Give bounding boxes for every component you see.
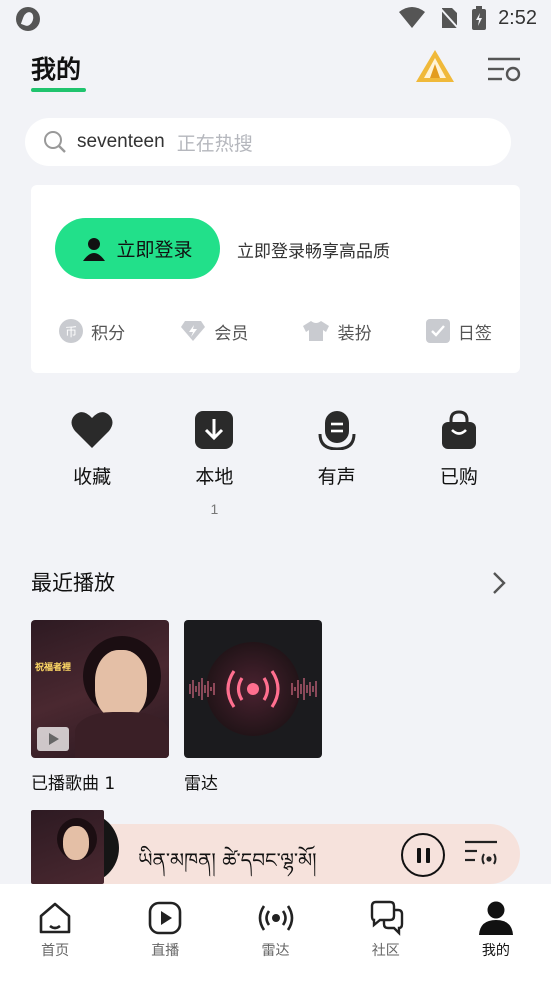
favorites-action[interactable]: 收藏 bbox=[31, 410, 153, 525]
now-playing-cover[interactable] bbox=[31, 810, 121, 884]
purchased-label: 已购 bbox=[439, 466, 478, 488]
nav-profile[interactable]: 我的 bbox=[441, 884, 551, 981]
radar-icon bbox=[258, 905, 293, 931]
nav-home[interactable]: 首页 bbox=[0, 884, 110, 981]
no-sim-icon bbox=[439, 7, 459, 29]
favorites-label: 收藏 bbox=[73, 466, 112, 488]
status-bar: 2:52 bbox=[0, 0, 551, 38]
community-icon bbox=[370, 900, 403, 936]
cover-art bbox=[31, 810, 104, 884]
album-art-face bbox=[95, 650, 147, 718]
recent-section-title: 最近播放 bbox=[31, 571, 115, 595]
audiobook-label: 有声 bbox=[317, 466, 356, 488]
recent-radar-tile[interactable] bbox=[184, 620, 322, 758]
battery-icon bbox=[472, 6, 487, 30]
nav-community[interactable]: 社区 bbox=[331, 884, 441, 981]
points-shortcut[interactable]: 币 积分 bbox=[31, 313, 153, 349]
album-art-lettering: 祝福者裡 bbox=[35, 663, 72, 673]
nav-live-label: 直播 bbox=[151, 943, 180, 959]
recent-played-songs-tile[interactable]: 祝福者裡 bbox=[31, 620, 169, 758]
live-icon bbox=[148, 901, 182, 935]
nav-live[interactable]: 直播 bbox=[110, 884, 220, 981]
wifi-icon bbox=[399, 7, 426, 28]
login-button-label: 立即登录 bbox=[116, 239, 193, 261]
page-header: 我的 bbox=[0, 38, 551, 100]
shirt-icon bbox=[302, 321, 329, 341]
search-bar[interactable]: seventeen 正在热搜 bbox=[25, 118, 511, 166]
user-icon bbox=[83, 237, 106, 261]
play-video-icon bbox=[37, 727, 69, 751]
chevron-right-icon[interactable] bbox=[488, 570, 510, 596]
home-icon bbox=[39, 902, 71, 934]
login-button[interactable]: 立即登录 bbox=[55, 218, 220, 279]
nav-radar[interactable]: 雷达 bbox=[220, 884, 330, 981]
recent-radar-label[interactable]: 雷达 bbox=[184, 769, 218, 794]
checkin-label: 日签 bbox=[457, 323, 492, 344]
dressup-label: 装扮 bbox=[337, 323, 372, 344]
playlist-queue-icon[interactable] bbox=[463, 838, 499, 870]
download-icon bbox=[195, 411, 234, 449]
settings-icon[interactable] bbox=[486, 54, 522, 84]
bottom-navigation: 首页 直播 雷达 社区 我的 bbox=[0, 884, 551, 981]
cover-art-face bbox=[63, 826, 89, 860]
recent-played-songs-label[interactable]: 已播歌曲 1 bbox=[31, 769, 115, 794]
audiobook-icon bbox=[318, 411, 356, 450]
search-query: seventeen bbox=[77, 131, 165, 152]
login-card: 立即登录 立即登录畅享高品质 币 积分 会员 装扮 日签 bbox=[31, 185, 520, 373]
account-shortcuts: 币 积分 会员 装扮 日签 bbox=[31, 313, 520, 349]
login-hint: 立即登录畅享高品质 bbox=[237, 242, 390, 262]
vip-tent-icon[interactable] bbox=[415, 48, 455, 84]
search-icon bbox=[44, 131, 66, 153]
checkin-shortcut[interactable]: 日签 bbox=[398, 313, 520, 349]
search-hint: 正在热搜 bbox=[176, 132, 253, 155]
local-count: 1 bbox=[210, 501, 219, 517]
diamond-icon bbox=[181, 321, 206, 341]
nav-home-label: 首页 bbox=[41, 943, 70, 959]
shopping-bag-icon bbox=[441, 410, 476, 449]
quick-actions: 收藏 本地 1 有声 已购 bbox=[31, 410, 520, 525]
status-time: 2:52 bbox=[498, 6, 537, 29]
local-label: 本地 bbox=[195, 466, 234, 488]
points-label: 积分 bbox=[91, 323, 126, 344]
local-action[interactable]: 本地 1 bbox=[153, 410, 275, 525]
membership-label: 会员 bbox=[214, 323, 249, 344]
nav-community-label: 社区 bbox=[371, 943, 400, 959]
nav-radar-label: 雷达 bbox=[261, 943, 290, 959]
page-title[interactable]: 我的 bbox=[31, 50, 81, 86]
checkin-icon bbox=[425, 319, 450, 343]
heart-icon bbox=[71, 412, 113, 448]
nav-profile-label: 我的 bbox=[481, 943, 510, 959]
dressup-shortcut[interactable]: 装扮 bbox=[276, 313, 398, 349]
title-underline bbox=[31, 88, 86, 92]
membership-shortcut[interactable]: 会员 bbox=[153, 313, 275, 349]
audiobook-action[interactable]: 有声 bbox=[276, 410, 398, 525]
radar-art-icon bbox=[189, 642, 317, 736]
purchased-action[interactable]: 已购 bbox=[398, 410, 520, 525]
album-art-coat bbox=[75, 712, 169, 758]
coin-icon: 币 bbox=[59, 319, 84, 343]
profile-icon bbox=[478, 901, 513, 935]
app-notification-icon bbox=[16, 7, 40, 31]
pause-button[interactable] bbox=[401, 833, 445, 877]
